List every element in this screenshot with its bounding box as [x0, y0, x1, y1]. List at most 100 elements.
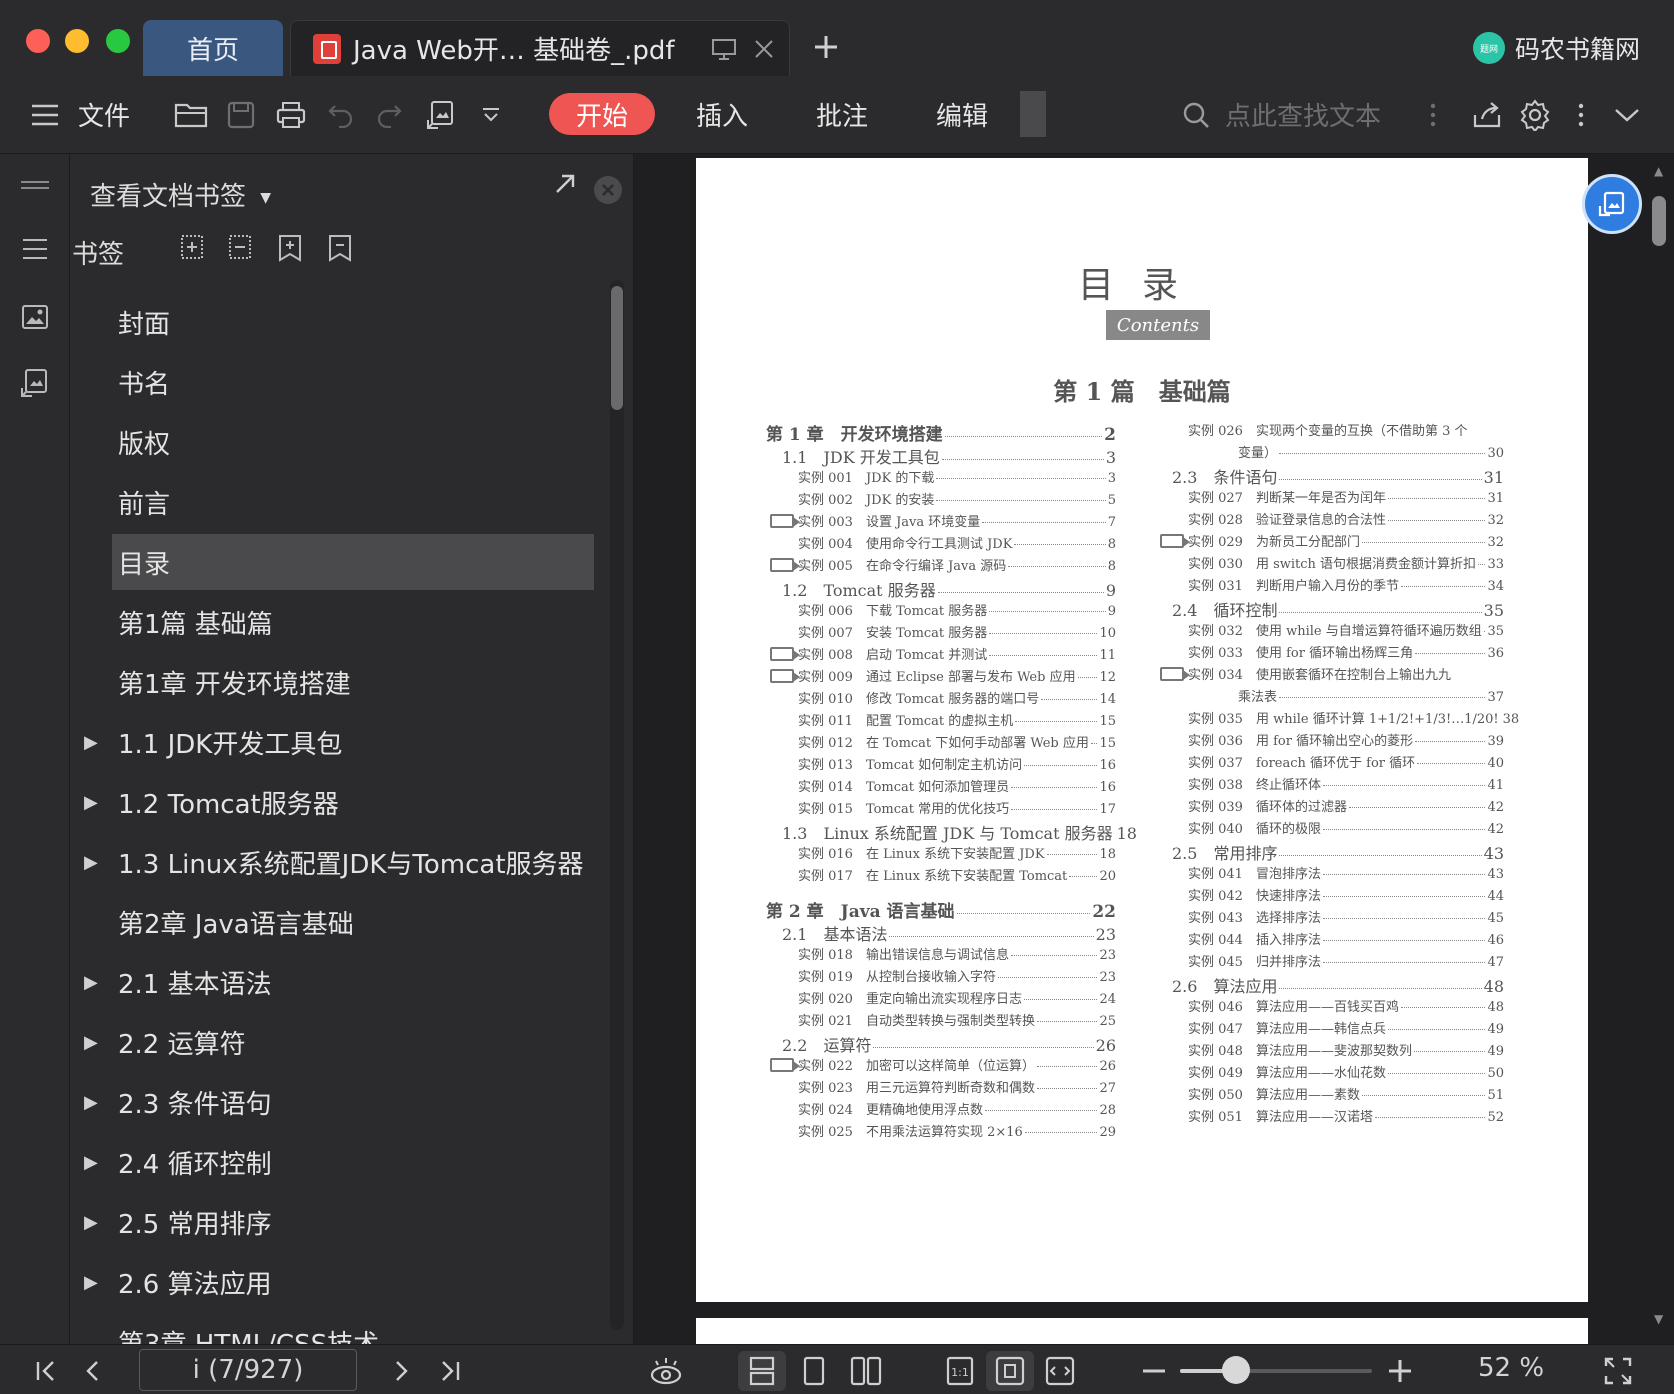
toc-entry[interactable]: 1.3 Linux 系统配置 JDK 与 Tomcat 服务器 18: [782, 820, 1137, 844]
print-icon[interactable]: [272, 96, 310, 134]
toc-entry[interactable]: 乘法表 37: [1238, 686, 1504, 705]
bookmark-item[interactable]: 第1篇 基础篇: [112, 594, 594, 650]
first-page-icon[interactable]: [26, 1351, 66, 1391]
settings-gear-icon[interactable]: [1516, 96, 1554, 134]
export-pages-icon[interactable]: [16, 364, 54, 402]
toc-entry[interactable]: 实例 047 算法应用——韩信点兵 49: [1188, 1018, 1504, 1037]
more-vertical-icon[interactable]: [1414, 96, 1452, 134]
bookmark-item[interactable]: ▶ 1.3 Linux系统配置JDK与Tomcat服务器: [84, 834, 594, 890]
floating-convert-button[interactable]: [1582, 174, 1642, 234]
delete-bookmark-icon[interactable]: [324, 232, 356, 264]
toc-entry[interactable]: 实例 028 验证登录信息的合法性 32: [1188, 509, 1504, 528]
search-icon[interactable]: [1177, 96, 1215, 134]
toc-entry[interactable]: 实例 018 输出错误信息与调试信息 23: [798, 944, 1116, 963]
continuous-scroll-view-icon[interactable]: [738, 1351, 786, 1391]
remove-bookmark-icon[interactable]: [222, 232, 254, 264]
toc-entry[interactable]: 第 2 章 Java 语言基础 22: [766, 897, 1116, 922]
more-options-icon[interactable]: [1562, 96, 1600, 134]
file-menu[interactable]: 文件: [78, 96, 130, 133]
toc-entry[interactable]: 实例 012 在 Tomcat 下如何手动部署 Web 应用 15: [798, 732, 1116, 751]
toc-entry[interactable]: 2.1 基本语法 23: [782, 921, 1116, 945]
expand-arrow-icon[interactable]: ▶: [84, 792, 98, 813]
bookmark-item[interactable]: 前言: [112, 474, 594, 530]
toc-entry[interactable]: 实例 001 JDK 的下载 3: [798, 467, 1116, 486]
expand-arrow-icon[interactable]: ▶: [84, 1152, 98, 1173]
toc-entry[interactable]: 实例 035 用 while 循环计算 1+1/2!+1/3!…1/20! 38: [1188, 708, 1519, 727]
display-icon[interactable]: [709, 34, 739, 64]
next-page-icon[interactable]: [382, 1351, 422, 1391]
toc-entry[interactable]: 实例 031 判断用户输入月份的季节 34: [1188, 575, 1504, 594]
toc-entry[interactable]: 实例 008 启动 Tomcat 并测试 11: [798, 644, 1116, 663]
fit-width-icon[interactable]: [1036, 1351, 1084, 1391]
toc-entry[interactable]: 2.6 算法应用 48: [1172, 973, 1504, 997]
toc-entry[interactable]: 2.3 条件语句 31: [1172, 464, 1504, 488]
minimize-window-button[interactable]: [65, 29, 89, 53]
toc-entry[interactable]: 实例 042 快速排序法 44: [1188, 885, 1504, 904]
bookmark-list-icon[interactable]: [16, 230, 54, 268]
add-child-bookmark-icon[interactable]: [274, 232, 306, 264]
toc-entry[interactable]: 1.2 Tomcat 服务器 9: [782, 577, 1116, 601]
toc-entry[interactable]: 实例 027 判断某一年是否为闰年 31: [1188, 487, 1504, 506]
bookmark-item[interactable]: 第3章 HTML/CSS技术: [112, 1314, 594, 1345]
tab-insert[interactable]: 插入: [696, 96, 748, 133]
expand-arrow-icon[interactable]: ▶: [84, 1092, 98, 1113]
toc-entry[interactable]: 实例 005 在命令行编译 Java 源码 8: [798, 555, 1116, 574]
toc-entry[interactable]: 实例 032 使用 while 与自增运算符循环遍历数组 35: [1188, 620, 1504, 639]
more-dropdown-icon[interactable]: [472, 96, 510, 134]
toc-entry[interactable]: 实例 023 用三元运算符判断奇数和偶数 27: [798, 1077, 1116, 1096]
toc-entry[interactable]: 2.4 循环控制 35: [1172, 597, 1504, 621]
toc-entry[interactable]: 实例 003 设置 Java 环境变量 7: [798, 511, 1116, 530]
bookmark-item[interactable]: ▶ 2.4 循环控制: [84, 1134, 594, 1190]
redo-icon[interactable]: [370, 96, 408, 134]
toc-entry[interactable]: 实例 025 不用乘法运算符实现 2×16 29: [798, 1121, 1116, 1140]
hamburger-menu-icon[interactable]: [26, 96, 64, 134]
toc-entry[interactable]: 实例 037 foreach 循环优于 for 循环 40: [1188, 752, 1504, 771]
bookmark-scroll-thumb[interactable]: [611, 286, 623, 410]
toc-entry[interactable]: 实例 050 算法应用——素数 51: [1188, 1084, 1504, 1103]
toc-entry[interactable]: 实例 034 使用嵌套循环在控制台上输出九九: [1188, 664, 1504, 683]
bookmark-item[interactable]: ▶ 2.2 运算符: [84, 1014, 594, 1070]
page-number-field[interactable]: i (7/927): [139, 1349, 357, 1391]
last-page-icon[interactable]: [430, 1351, 470, 1391]
bookmark-item[interactable]: 第2章 Java语言基础: [112, 894, 594, 950]
bookmark-item[interactable]: ▶ 2.6 算法应用: [84, 1254, 594, 1310]
toc-entry[interactable]: 实例 051 算法应用——汉诺塔 52: [1188, 1106, 1504, 1125]
toc-entry[interactable]: 实例 033 使用 for 循环输出杨辉三角 36: [1188, 642, 1504, 661]
scroll-up-arrow-icon[interactable]: ▲: [1654, 164, 1663, 178]
toc-entry[interactable]: 1.1 JDK 开发工具包 3: [782, 444, 1116, 468]
toc-entry[interactable]: 实例 009 通过 Eclipse 部署与发布 Web 应用 12: [798, 666, 1116, 685]
zoom-in-icon[interactable]: [1380, 1351, 1420, 1391]
fit-page-icon[interactable]: [986, 1351, 1034, 1391]
bookmark-item[interactable]: ▶ 2.5 常用排序: [84, 1194, 594, 1250]
toc-entry[interactable]: 实例 006 下载 Tomcat 服务器 9: [798, 600, 1116, 619]
document-scroll-thumb[interactable]: [1652, 196, 1666, 246]
new-tab-button[interactable]: [812, 30, 840, 70]
thumbnail-image-icon[interactable]: [16, 298, 54, 336]
brand-link[interactable]: 题网 码农书籍网: [1472, 30, 1640, 66]
add-bookmark-icon[interactable]: [174, 232, 206, 264]
toc-entry[interactable]: 实例 030 用 switch 语句根据消费金额计算折扣 33: [1188, 553, 1504, 572]
toc-entry[interactable]: 实例 017 在 Linux 系统下安装配置 Tomcat 20: [798, 865, 1116, 884]
bookmark-item[interactable]: 目录: [112, 534, 594, 590]
bookmark-item[interactable]: ▶ 1.1 JDK开发工具包: [84, 714, 594, 770]
two-page-view-icon[interactable]: [842, 1351, 890, 1391]
tab-document[interactable]: Java Web开… 基础卷_.pdf: [290, 20, 790, 76]
close-window-button[interactable]: [26, 29, 50, 53]
toc-entry[interactable]: 实例 014 Tomcat 如何添加管理员 16: [798, 776, 1116, 795]
toc-entry[interactable]: 实例 004 使用命令行工具测试 JDK 8: [798, 533, 1116, 552]
bookmark-scrollbar[interactable]: [610, 280, 624, 1330]
zoom-slider-thumb[interactable]: [1221, 1356, 1250, 1384]
expand-arrow-icon[interactable]: ▶: [84, 1032, 98, 1053]
zoom-window-button[interactable]: [106, 29, 130, 53]
collapse-panel-icon[interactable]: [16, 166, 54, 204]
toc-entry[interactable]: 实例 045 归并排序法 47: [1188, 951, 1504, 970]
toc-entry[interactable]: 实例 046 算法应用——百钱买百鸡 48: [1188, 996, 1504, 1015]
toc-entry[interactable]: 实例 022 加密可以这样简单（位运算） 26: [798, 1055, 1116, 1074]
single-page-view-icon[interactable]: [790, 1351, 838, 1391]
toc-entry[interactable]: 实例 040 循环的极限 42: [1188, 818, 1504, 837]
bookmark-item[interactable]: ▶ 1.2 Tomcat服务器: [84, 774, 594, 830]
zoom-out-icon[interactable]: [1134, 1351, 1174, 1391]
toc-entry[interactable]: 实例 044 插入排序法 46: [1188, 929, 1504, 948]
toc-entry[interactable]: 实例 024 更精确地使用浮点数 28: [798, 1099, 1116, 1118]
zoom-level[interactable]: 52 %: [1478, 1353, 1544, 1383]
